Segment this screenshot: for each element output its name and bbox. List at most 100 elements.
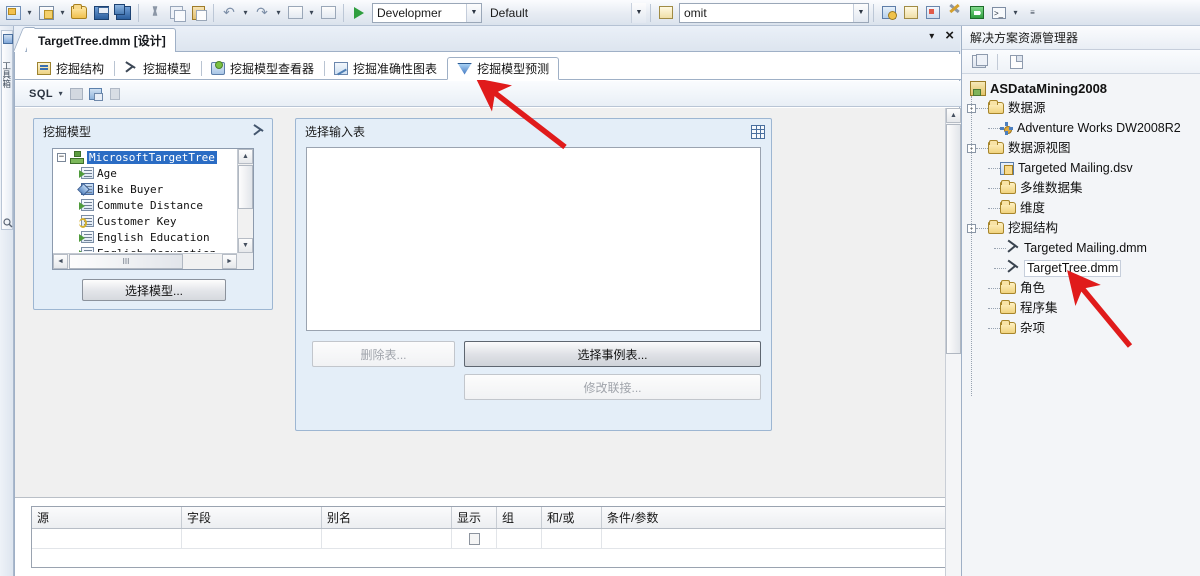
- expander-icon[interactable]: −: [57, 152, 66, 162]
- new-project-icon[interactable]: [2, 2, 24, 24]
- tree-item-solution-root[interactable]: ASDataMining2008: [962, 78, 1200, 98]
- toolbar-overflow-icon[interactable]: ≡: [1027, 2, 1038, 24]
- cell-group[interactable]: [497, 529, 542, 548]
- cell-show[interactable]: [452, 529, 497, 548]
- scroll-up-icon[interactable]: ▲: [238, 149, 253, 164]
- modify-join-button[interactable]: 修改联接...: [464, 374, 761, 400]
- tree-node-root[interactable]: − MicrosoftTargetTree: [53, 149, 236, 165]
- tree-node-column[interactable]: Bike Buyer: [53, 181, 236, 197]
- tree-item-targeted-mailing-dmm[interactable]: Targeted Mailing.dmm: [962, 238, 1200, 258]
- tree-node-column[interactable]: Customer Key: [53, 213, 236, 229]
- paste-icon[interactable]: [187, 2, 209, 24]
- delete-table-button[interactable]: 删除表...: [312, 341, 455, 367]
- result-view-icon[interactable]: [106, 86, 123, 102]
- package-icon[interactable]: [655, 2, 677, 24]
- navigate-backward-dropdown-icon[interactable]: ▾: [306, 2, 317, 24]
- scroll-right-icon[interactable]: ►: [222, 254, 237, 269]
- scroll-thumb[interactable]: III: [69, 254, 183, 269]
- table-row[interactable]: [32, 529, 950, 549]
- show-checkbox[interactable]: [468, 532, 480, 545]
- redo-dropdown-icon[interactable]: ▾: [273, 2, 284, 24]
- tab-mining-accuracy-chart[interactable]: 挖掘准确性图表: [324, 56, 447, 79]
- toolbox-icon[interactable]: [900, 2, 922, 24]
- tree-horizontal-scrollbar[interactable]: ◄ III ►: [53, 253, 237, 269]
- scroll-left-icon[interactable]: ◄: [53, 254, 68, 269]
- tree-vertical-scrollbar[interactable]: ▲ ▼: [237, 149, 253, 253]
- tree-item-roles[interactable]: 角色: [962, 278, 1200, 298]
- tree-item-mining-structures[interactable]: - 挖掘结构: [962, 218, 1200, 238]
- navigate-forward-icon[interactable]: [317, 2, 339, 24]
- cell-and-or[interactable]: [542, 529, 602, 548]
- input-table-list[interactable]: [306, 147, 761, 331]
- tree-item-cubes[interactable]: 多维数据集: [962, 178, 1200, 198]
- design-view-icon[interactable]: [68, 86, 85, 102]
- properties-window-icon[interactable]: [922, 2, 944, 24]
- solution-configuration-combo[interactable]: Developmer ▼: [372, 2, 482, 23]
- tree-node-column[interactable]: English Education: [53, 229, 236, 245]
- cell-field[interactable]: [182, 529, 322, 548]
- sql-dropdown-icon[interactable]: ▾: [55, 83, 66, 105]
- tree-item-data-source-views[interactable]: - 数据源视图: [962, 138, 1200, 158]
- cell-criteria[interactable]: [602, 529, 950, 548]
- navigate-backward-icon[interactable]: [284, 2, 306, 24]
- column-header-and-or[interactable]: 和/或: [542, 507, 602, 528]
- toolbox-dock-tab[interactable]: 工具箱: [1, 30, 13, 230]
- column-header-alias[interactable]: 别名: [322, 507, 452, 528]
- select-case-table-button[interactable]: 选择事例表...: [464, 341, 761, 367]
- tree-item-data-sources[interactable]: - 数据源: [962, 98, 1200, 118]
- tab-mining-model[interactable]: 挖掘模型: [114, 56, 201, 79]
- close-icon[interactable]: ×: [945, 28, 954, 43]
- tools-icon[interactable]: [944, 2, 966, 24]
- properties-icon[interactable]: [968, 51, 990, 73]
- tree-node-column[interactable]: English Occupation: [53, 245, 236, 252]
- chevron-down-icon[interactable]: ▼: [466, 3, 481, 22]
- view-code-icon[interactable]: [1005, 51, 1027, 73]
- cell-alias[interactable]: [322, 529, 452, 548]
- tree-node-column[interactable]: Commute Distance: [53, 197, 236, 213]
- object-browser-icon[interactable]: [878, 2, 900, 24]
- tree-item-targettree-dmm[interactable]: TargetTree.dmm: [962, 258, 1200, 278]
- new-project-dropdown-icon[interactable]: ▾: [24, 2, 35, 24]
- open-file-icon[interactable]: [68, 2, 90, 24]
- tree-item-assemblies[interactable]: 程序集: [962, 298, 1200, 318]
- tree-item-miscellaneous[interactable]: 杂项: [962, 318, 1200, 338]
- target-combo[interactable]: omit ▼: [679, 2, 869, 23]
- run-icon[interactable]: [348, 2, 370, 24]
- tree-item-targeted-mailing-dsv[interactable]: Targeted Mailing.dsv: [962, 158, 1200, 178]
- tab-mining-model-prediction[interactable]: 挖掘模型预测: [447, 57, 560, 80]
- tab-mining-model-viewer[interactable]: 挖掘模型查看器: [201, 56, 324, 79]
- save-icon[interactable]: [90, 2, 112, 24]
- column-header-source[interactable]: 源: [32, 507, 182, 528]
- command-window-icon[interactable]: >_: [988, 2, 1010, 24]
- tree-item-dimensions[interactable]: 维度: [962, 198, 1200, 218]
- new-item-dropdown-icon[interactable]: ▾: [57, 2, 68, 24]
- scroll-down-icon[interactable]: ▼: [238, 238, 253, 253]
- chevron-down-icon[interactable]: ▼: [631, 2, 646, 23]
- select-model-button[interactable]: 选择模型...: [82, 279, 226, 301]
- table-icon[interactable]: [751, 124, 765, 139]
- tree-item-adventure-works[interactable]: Adventure Works DW2008R2: [962, 118, 1200, 138]
- undo-dropdown-icon[interactable]: ▾: [240, 2, 251, 24]
- scroll-thumb[interactable]: [946, 124, 961, 354]
- cut-icon[interactable]: [143, 2, 165, 24]
- cell-source[interactable]: [32, 529, 182, 548]
- solution-platform-combo[interactable]: Default ▼: [486, 2, 646, 23]
- query-view-icon[interactable]: [87, 86, 104, 102]
- column-header-show[interactable]: 显示: [452, 507, 497, 528]
- pane-vertical-scrollbar[interactable]: ▲: [945, 108, 961, 576]
- column-header-group[interactable]: 组: [497, 507, 542, 528]
- scroll-up-icon[interactable]: ▲: [946, 108, 961, 123]
- copy-icon[interactable]: [165, 2, 187, 24]
- column-header-field[interactable]: 字段: [182, 507, 322, 528]
- chevron-down-icon[interactable]: ▼: [853, 3, 868, 22]
- command-window-dropdown-icon[interactable]: ▾: [1010, 2, 1021, 24]
- save-all-icon[interactable]: [112, 2, 134, 24]
- column-header-criteria[interactable]: 条件/参数: [602, 507, 950, 528]
- tree-node-column[interactable]: Age: [53, 165, 236, 181]
- document-tab-targettree[interactable]: TargetTree.dmm [设计]: [26, 28, 176, 52]
- scroll-thumb[interactable]: [238, 165, 253, 209]
- undo-icon[interactable]: ↶: [218, 2, 240, 24]
- start-debug-icon[interactable]: [966, 2, 988, 24]
- new-item-icon[interactable]: [35, 2, 57, 24]
- active-files-dropdown-icon[interactable]: ▾: [929, 31, 934, 42]
